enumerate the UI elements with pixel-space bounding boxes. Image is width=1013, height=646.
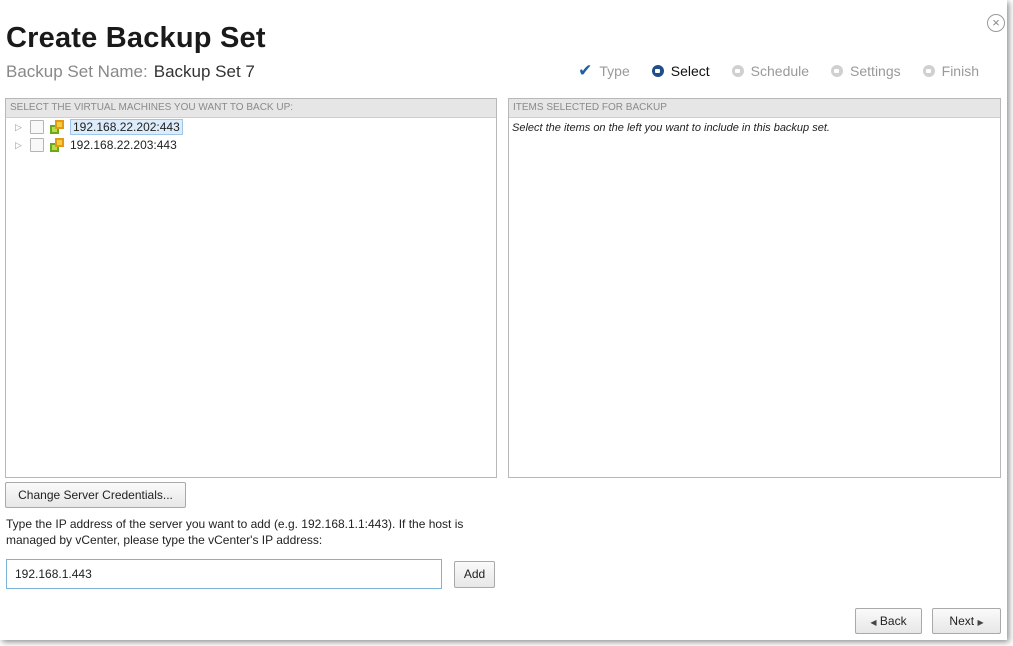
- arrow-right-icon: ▶: [977, 618, 984, 627]
- host-checkbox[interactable]: [30, 138, 44, 152]
- step-type: ✔ Type: [578, 61, 630, 80]
- back-button[interactable]: ◀ Back: [855, 608, 922, 634]
- step-label: Select: [670, 63, 710, 79]
- server-ip-input[interactable]: [6, 559, 442, 589]
- page-title: Create Backup Set: [6, 22, 266, 54]
- next-button[interactable]: Next ▶: [932, 608, 1001, 634]
- add-server-button[interactable]: Add: [454, 561, 495, 588]
- host-label[interactable]: 192.168.22.203:443: [70, 138, 177, 152]
- selected-items-panel: ITEMS SELECTED FOR BACKUP Select the ite…: [508, 98, 1001, 478]
- vm-selection-header: SELECT THE VIRTUAL MACHINES YOU WANT TO …: [6, 99, 496, 118]
- expand-arrow-icon[interactable]: ▷: [15, 140, 27, 151]
- create-backup-set-dialog: × Create Backup Set Backup Set Name: Back…: [0, 0, 1007, 640]
- checkmark-icon: ✔: [578, 61, 593, 80]
- host-label[interactable]: 192.168.22.202:443: [70, 119, 183, 135]
- pending-step-icon: [731, 65, 744, 77]
- tree-row-host[interactable]: ▷ 192.168.22.203:443: [6, 136, 496, 154]
- arrow-left-icon: ◀: [870, 618, 877, 627]
- host-checkbox[interactable]: [30, 120, 44, 134]
- selected-items-hint: Select the items on the left you want to…: [512, 122, 830, 134]
- change-credentials-button[interactable]: Change Server Credentials...: [5, 482, 186, 508]
- step-select: Select: [651, 63, 710, 79]
- step-settings: Settings: [831, 63, 901, 79]
- expand-arrow-icon[interactable]: ▷: [15, 122, 27, 133]
- vm-selection-panel: SELECT THE VIRTUAL MACHINES YOU WANT TO …: [5, 98, 497, 478]
- selected-items-header: ITEMS SELECTED FOR BACKUP: [509, 99, 1000, 118]
- current-step-icon: [651, 65, 664, 77]
- step-label: Schedule: [750, 63, 810, 79]
- vmware-host-icon: [50, 137, 65, 153]
- step-schedule: Schedule: [731, 63, 810, 79]
- close-icon[interactable]: ×: [987, 14, 1005, 32]
- backup-set-name-label: Backup Set Name:: [6, 62, 148, 81]
- pending-step-icon: [922, 65, 935, 77]
- back-label: Back: [879, 614, 907, 628]
- tree-row-host[interactable]: ▷ 192.168.22.202:443: [6, 118, 496, 136]
- step-label: Type: [599, 63, 630, 79]
- step-finish: Finish: [922, 63, 979, 79]
- backup-set-name-value: Backup Set 7: [153, 62, 255, 81]
- backup-set-name-row: Backup Set Name: Backup Set 7: [6, 62, 255, 82]
- pending-step-icon: [831, 65, 844, 77]
- add-server-help-text: Type the IP address of the server you wa…: [6, 517, 464, 547]
- wizard-steps: ✔ Type Select Schedule Settings Finish: [578, 61, 979, 80]
- next-label: Next: [949, 614, 975, 628]
- step-label: Settings: [850, 63, 901, 79]
- step-label: Finish: [941, 63, 979, 79]
- vmware-host-icon: [50, 119, 65, 135]
